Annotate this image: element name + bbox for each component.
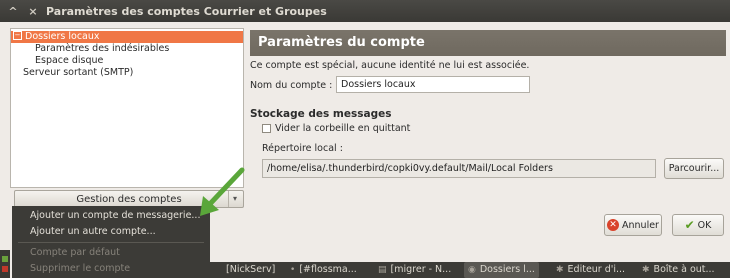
annotation-arrow-icon	[200, 167, 245, 216]
